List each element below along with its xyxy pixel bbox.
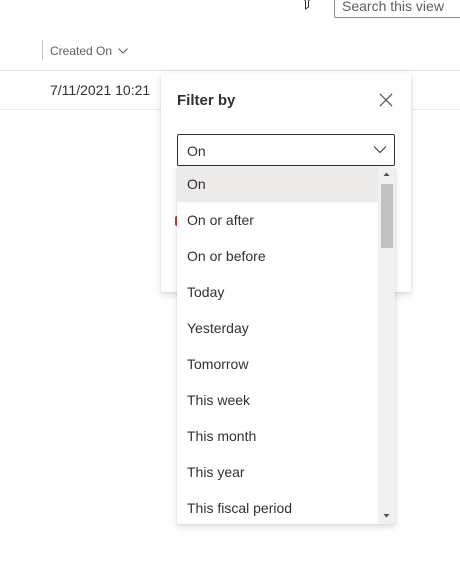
scroll-thumb[interactable] <box>381 184 393 248</box>
option-this-month[interactable]: This month <box>177 418 378 454</box>
header-divider <box>0 70 460 71</box>
filter-icon[interactable] <box>297 0 317 10</box>
option-on-or-after[interactable]: On or after <box>177 202 378 238</box>
search-input[interactable] <box>335 0 460 14</box>
option-today[interactable]: Today <box>177 274 378 310</box>
panel-title: Filter by <box>177 92 236 109</box>
scroll-up-arrow-icon[interactable] <box>378 166 395 183</box>
chevron-down-icon <box>118 48 128 54</box>
operator-select[interactable]: On <box>177 134 395 166</box>
close-icon[interactable] <box>377 91 395 109</box>
option-this-week[interactable]: This week <box>177 382 378 418</box>
page: Created On 7/11/2021 10:21 Filter by On … <box>0 0 460 573</box>
option-this-fiscal-period[interactable]: This fiscal period <box>177 490 378 524</box>
column-divider[interactable] <box>42 40 43 60</box>
operator-select-value: On <box>187 143 206 159</box>
chevron-down-icon <box>373 146 387 154</box>
option-yesterday[interactable]: Yesterday <box>177 310 378 346</box>
cell-created-on: 7/11/2021 10:21 <box>50 82 151 98</box>
dropdown-scrollbar[interactable] <box>378 166 395 524</box>
option-tomorrow[interactable]: Tomorrow <box>177 346 378 382</box>
scroll-down-arrow-icon[interactable] <box>378 507 395 524</box>
option-on-or-before[interactable]: On or before <box>177 238 378 274</box>
column-header-created-on[interactable]: Created On <box>50 43 128 59</box>
column-header-label: Created On <box>50 44 113 58</box>
option-on[interactable]: On <box>177 166 378 202</box>
option-this-year[interactable]: This year <box>177 454 378 490</box>
operator-dropdown-list: On On or after On or before Today Yester… <box>177 166 395 524</box>
search-box[interactable] <box>334 0 460 18</box>
